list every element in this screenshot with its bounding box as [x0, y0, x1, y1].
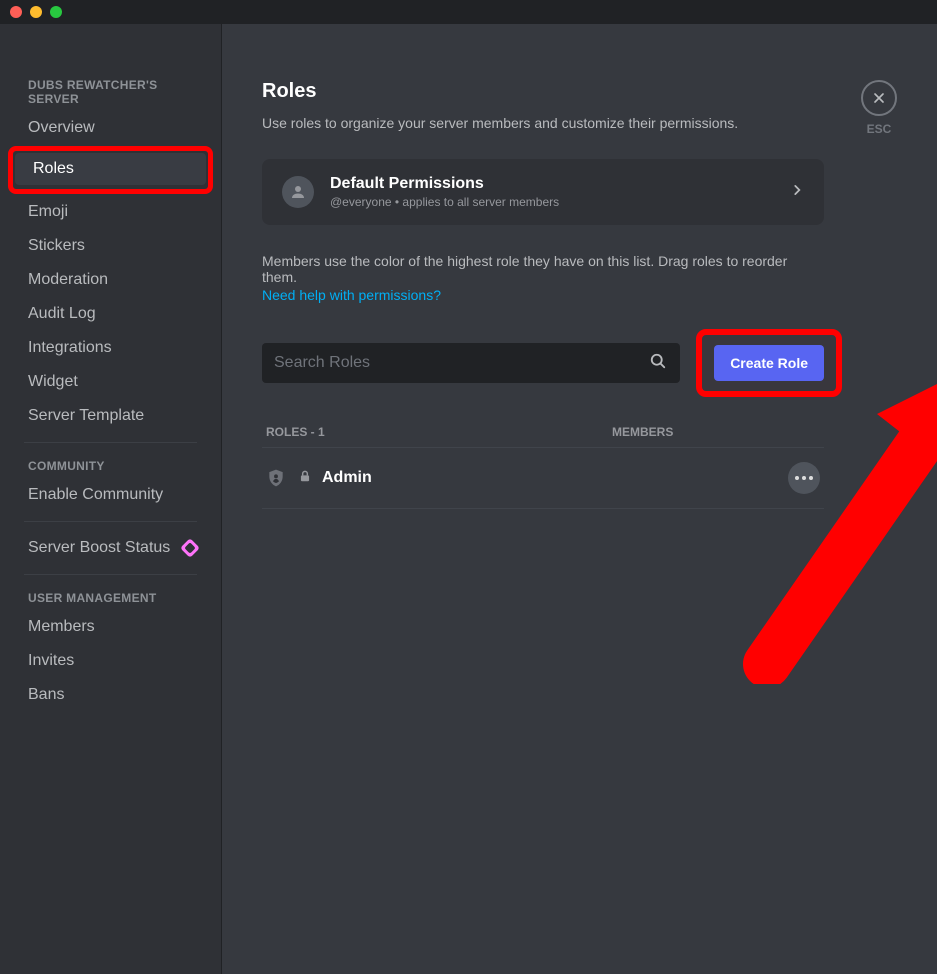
- annotation-highlight-create: Create Role: [696, 329, 842, 397]
- annotation-highlight-roles: Roles: [8, 146, 213, 194]
- search-icon: [648, 351, 668, 376]
- sidebar-item-audit-log[interactable]: Audit Log: [10, 298, 211, 330]
- search-roles-input[interactable]: [274, 354, 648, 372]
- sidebar-divider: [24, 521, 197, 522]
- sidebar-item-enable-community[interactable]: Enable Community: [10, 479, 211, 511]
- default-permissions-title: Default Permissions: [330, 175, 790, 193]
- table-row[interactable]: Admin: [262, 447, 824, 509]
- role-more-button[interactable]: [788, 462, 820, 494]
- main-panel: ESC Roles Use roles to organize your ser…: [222, 24, 937, 974]
- sidebar-item-invites[interactable]: Invites: [10, 645, 211, 677]
- boost-gem-icon: [180, 538, 200, 558]
- page-title: Roles: [262, 80, 897, 103]
- close-label: ESC: [867, 122, 892, 136]
- traffic-close-icon[interactable]: [10, 6, 22, 18]
- everyone-avatar-icon: [282, 176, 314, 208]
- lock-icon: [298, 468, 312, 489]
- sidebar-divider: [24, 574, 197, 575]
- chevron-right-icon: [790, 183, 804, 202]
- sidebar-header-community: Community: [10, 453, 211, 479]
- sidebar-item-server-template[interactable]: Server Template: [10, 400, 211, 432]
- sidebar-item-emoji[interactable]: Emoji: [10, 196, 211, 228]
- sidebar-divider: [24, 442, 197, 443]
- window-titlebar: [0, 0, 937, 24]
- role-name: Admin: [322, 469, 372, 487]
- sidebar-item-roles[interactable]: Roles: [15, 153, 206, 185]
- sidebar-item-stickers[interactable]: Stickers: [10, 230, 211, 262]
- dots-icon: [795, 476, 799, 480]
- close-button[interactable]: [861, 80, 897, 116]
- page-subtitle: Use roles to organize your server member…: [262, 115, 897, 131]
- create-role-button[interactable]: Create Role: [714, 345, 824, 381]
- sidebar-header-server: Dubs Rewatcher's Server: [10, 72, 211, 112]
- sidebar-item-label: Server Boost Status: [28, 539, 170, 557]
- close-icon: [871, 90, 887, 106]
- sidebar-item-integrations[interactable]: Integrations: [10, 332, 211, 364]
- permissions-help-link[interactable]: Need help with permissions?: [262, 287, 441, 303]
- default-permissions-card[interactable]: Default Permissions @everyone • applies …: [262, 159, 824, 225]
- sidebar-item-boost[interactable]: Server Boost Status: [10, 532, 211, 564]
- roles-description: Members use the color of the highest rol…: [262, 253, 824, 285]
- search-roles-box[interactable]: [262, 343, 680, 383]
- table-header-members: Members: [612, 425, 820, 439]
- sidebar-item-bans[interactable]: Bans: [10, 679, 211, 711]
- sidebar-item-overview[interactable]: Overview: [10, 112, 211, 144]
- sidebar-header-user-mgmt: User Management: [10, 585, 211, 611]
- sidebar-item-moderation[interactable]: Moderation: [10, 264, 211, 296]
- default-permissions-subtitle: @everyone • applies to all server member…: [330, 195, 790, 209]
- traffic-maximize-icon[interactable]: [50, 6, 62, 18]
- settings-sidebar: Dubs Rewatcher's Server Overview Roles E…: [0, 24, 222, 974]
- table-header-roles: Roles - 1: [266, 425, 612, 439]
- sidebar-item-widget[interactable]: Widget: [10, 366, 211, 398]
- sidebar-item-members[interactable]: Members: [10, 611, 211, 643]
- shield-icon: [266, 467, 286, 489]
- traffic-minimize-icon[interactable]: [30, 6, 42, 18]
